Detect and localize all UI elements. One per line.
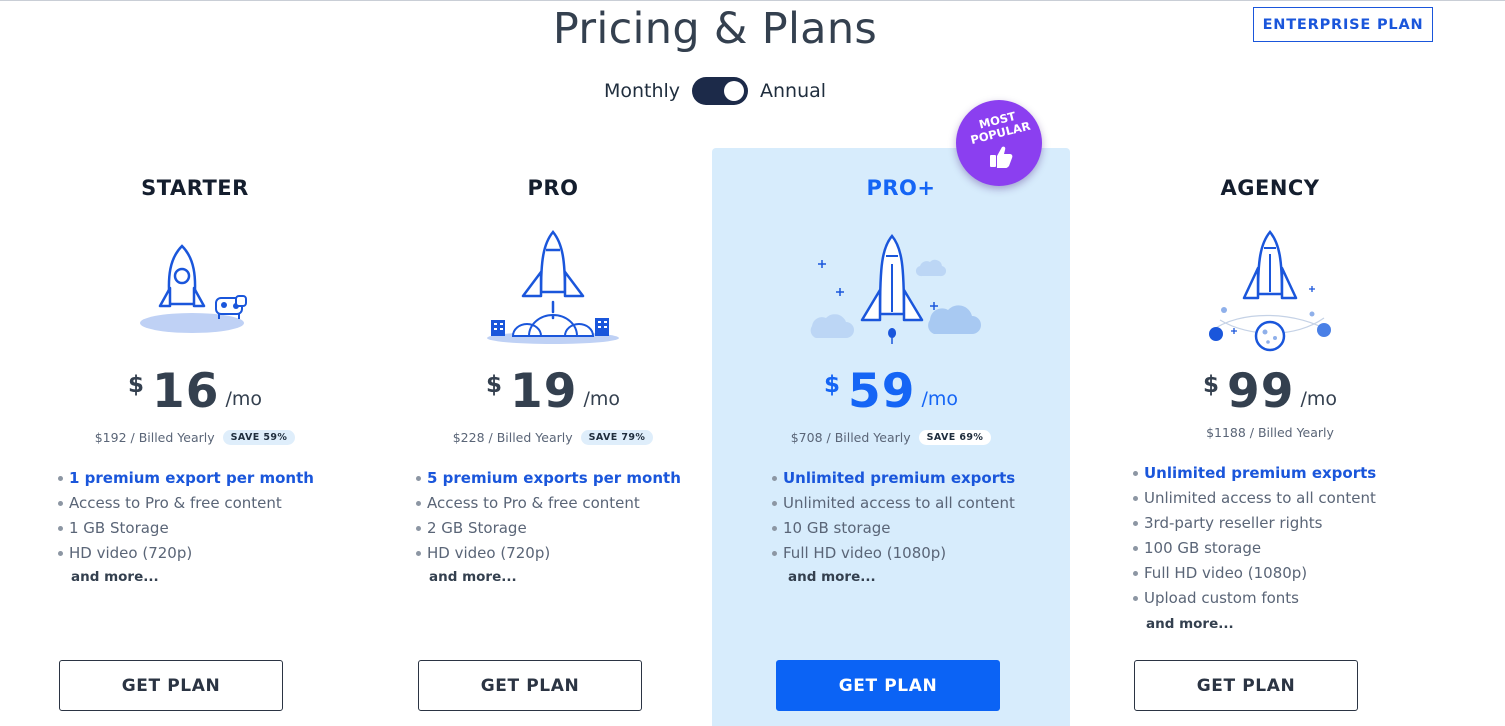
- enterprise-plan-button[interactable]: ENTERPRISE PLAN: [1253, 7, 1433, 42]
- price-amount: 59: [848, 364, 916, 419]
- billed-yearly-text: $228 / Billed Yearly: [452, 430, 573, 445]
- feature-item: 100 GB storage: [1133, 536, 1376, 561]
- and-more-link[interactable]: and more...: [788, 569, 876, 585]
- shuttle-in-clouds-icon: [810, 234, 981, 344]
- feature-item: 5 premium exports per month: [416, 466, 681, 491]
- feature-item: 1 GB Storage: [58, 516, 314, 541]
- price-period: /mo: [225, 388, 262, 410]
- plan-name: STARTER: [141, 176, 249, 200]
- plan-card-starter: STARTER $ 16 /mo $192 / Billed Yearly SA…: [16, 148, 374, 726]
- plan-card-agency: AGENCY $ 99 /mo $1188 / Billed Yearly Un…: [1091, 148, 1449, 726]
- plan-name: AGENCY: [1220, 176, 1320, 200]
- feature-item: Unlimited premium exports: [772, 466, 1015, 491]
- price-amount: 16: [152, 364, 220, 419]
- feature-item: Access to Pro & free content: [416, 491, 681, 516]
- feature-item: Full HD video (1080p): [772, 541, 1015, 566]
- price-amount: 99: [1227, 364, 1295, 419]
- feature-item: 1 premium export per month: [58, 466, 314, 491]
- feature-item: 10 GB storage: [772, 516, 1015, 541]
- plan-card-pro: PRO $ 19 /mo $228 / Billed Yearly SAVE 7…: [374, 148, 732, 726]
- price-amount: 19: [510, 364, 578, 419]
- billed-yearly-text: $1188 / Billed Yearly: [1206, 425, 1334, 440]
- save-badge: SAVE 59%: [222, 430, 296, 445]
- feature-list: Unlimited premium exports Unlimited acce…: [1133, 461, 1376, 611]
- save-badge: SAVE 79%: [580, 430, 654, 445]
- billed-yearly-row: $192 / Billed Yearly SAVE 59%: [16, 430, 374, 445]
- and-more-link[interactable]: and more...: [429, 569, 517, 585]
- shuttle-launch-icon: [487, 230, 619, 344]
- billing-toggle-row: Monthly Annual: [0, 77, 1430, 105]
- annual-label[interactable]: Annual: [760, 80, 826, 102]
- top-border: [0, 0, 1505, 1]
- thumbs-up-icon: [990, 146, 1013, 168]
- feature-item: 3rd-party reseller rights: [1133, 511, 1376, 536]
- plan-price: $ 19 /mo: [374, 366, 732, 418]
- currency-symbol: $: [486, 372, 503, 398]
- billed-yearly-row: $708 / Billed Yearly SAVE 69%: [712, 430, 1070, 445]
- and-more-link[interactable]: and more...: [1146, 616, 1234, 632]
- most-popular-badge: MOST POPULAR: [956, 100, 1042, 186]
- feature-item: HD video (720p): [58, 541, 314, 566]
- feature-item: Unlimited premium exports: [1133, 461, 1376, 486]
- get-plan-button-pro-plus[interactable]: GET PLAN: [776, 660, 1000, 711]
- currency-symbol: $: [824, 372, 841, 398]
- billing-period-toggle[interactable]: [692, 77, 749, 105]
- feature-item: Full HD video (1080p): [1133, 561, 1376, 586]
- feature-list: Unlimited premium exports Unlimited acce…: [772, 466, 1015, 566]
- plan-price: $ 99 /mo: [1091, 366, 1449, 418]
- and-more-link[interactable]: and more...: [71, 569, 159, 585]
- billed-yearly-row: $1188 / Billed Yearly: [1091, 425, 1449, 440]
- feature-item: HD video (720p): [416, 541, 681, 566]
- billed-yearly-row: $228 / Billed Yearly SAVE 79%: [374, 430, 732, 445]
- toggle-knob: [724, 81, 745, 101]
- feature-item: Unlimited access to all content: [772, 491, 1015, 516]
- rocket-with-cow-icon: [140, 244, 247, 333]
- page-title: Pricing & Plans: [552, 4, 878, 54]
- feature-list: 5 premium exports per month Access to Pr…: [416, 466, 681, 566]
- feature-item: 2 GB Storage: [416, 516, 681, 541]
- feature-list: 1 premium export per month Access to Pro…: [58, 466, 314, 566]
- get-plan-button-starter[interactable]: GET PLAN: [59, 660, 283, 711]
- get-plan-button-agency[interactable]: GET PLAN: [1134, 660, 1358, 711]
- feature-item: Unlimited access to all content: [1133, 486, 1376, 511]
- price-period: /mo: [921, 388, 958, 410]
- save-badge: SAVE 69%: [918, 430, 992, 445]
- plan-name: PRO: [527, 176, 579, 200]
- get-plan-button-pro[interactable]: GET PLAN: [418, 660, 642, 711]
- plan-price: $ 16 /mo: [16, 366, 374, 418]
- feature-item: Access to Pro & free content: [58, 491, 314, 516]
- currency-symbol: $: [1203, 372, 1220, 398]
- plan-card-pro-plus: PRO+ $ 59 /mo $708 / Billed Yearly SAVE …: [712, 148, 1070, 726]
- billed-yearly-text: $192 / Billed Yearly: [94, 430, 215, 445]
- plan-name: PRO+: [866, 176, 936, 200]
- feature-item: Upload custom fonts: [1133, 586, 1376, 611]
- plan-price: $ 59 /mo: [712, 366, 1070, 418]
- monthly-label[interactable]: Monthly: [604, 80, 680, 102]
- price-period: /mo: [583, 388, 620, 410]
- billed-yearly-text: $708 / Billed Yearly: [790, 430, 911, 445]
- price-period: /mo: [1300, 388, 1337, 410]
- shuttle-in-space-icon: [1209, 230, 1331, 352]
- currency-symbol: $: [128, 372, 145, 398]
